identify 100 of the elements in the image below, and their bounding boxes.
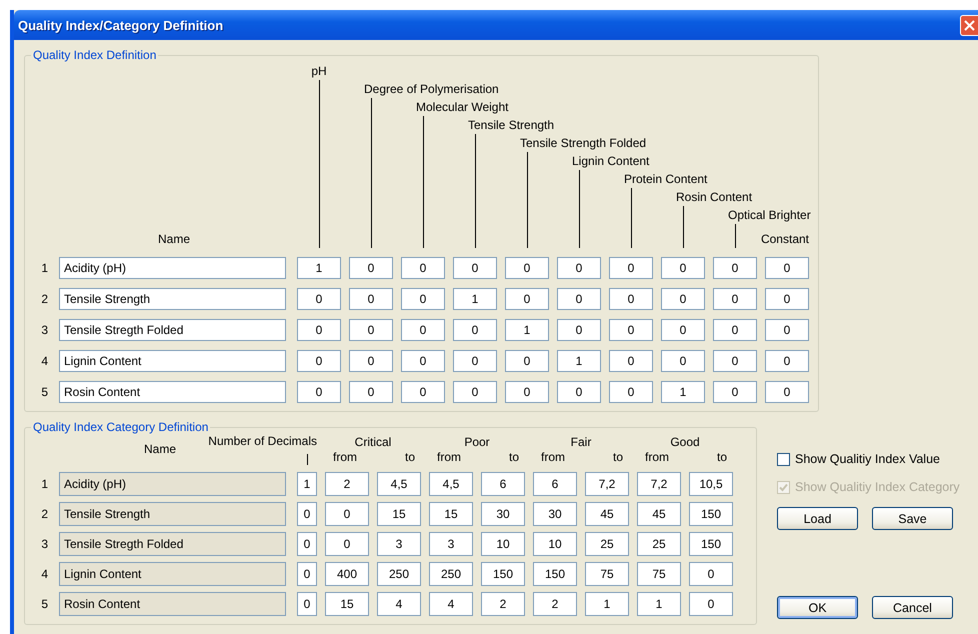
value-field[interactable]: 0 <box>349 350 393 372</box>
value-field[interactable]: 0 <box>609 257 653 279</box>
value-field[interactable]: 0 <box>505 257 549 279</box>
value-field[interactable]: 0 <box>609 288 653 310</box>
value-field[interactable]: 75 <box>637 562 681 586</box>
name-field[interactable]: Tensile Strength <box>59 288 286 310</box>
value-field[interactable]: 0 <box>765 257 809 279</box>
value-field[interactable]: 45 <box>637 502 681 526</box>
value-field[interactable]: 0 <box>505 381 549 403</box>
ok-button[interactable]: OK <box>777 596 858 619</box>
value-field[interactable]: 6 <box>481 472 525 496</box>
load-button[interactable]: Load <box>777 507 858 530</box>
value-field[interactable]: 0 <box>609 350 653 372</box>
value-field[interactable]: 400 <box>325 562 369 586</box>
value-field[interactable]: 7,2 <box>585 472 629 496</box>
value-field[interactable]: 1 <box>637 592 681 616</box>
close-button[interactable] <box>960 14 978 36</box>
value-field[interactable]: 1 <box>297 257 341 279</box>
value-field[interactable]: 1 <box>453 288 497 310</box>
decimals-field[interactable]: 0 <box>297 532 317 556</box>
value-field[interactable]: 0 <box>661 288 705 310</box>
value-field[interactable]: 3 <box>429 532 473 556</box>
value-field[interactable]: 0 <box>713 319 757 341</box>
value-field[interactable]: 15 <box>325 592 369 616</box>
value-field[interactable]: 250 <box>429 562 473 586</box>
value-field[interactable]: 0 <box>713 257 757 279</box>
value-field[interactable]: 0 <box>765 350 809 372</box>
value-field[interactable]: 0 <box>325 532 369 556</box>
value-field[interactable]: 1 <box>505 319 549 341</box>
value-field[interactable]: 0 <box>401 319 445 341</box>
value-field[interactable]: 45 <box>585 502 629 526</box>
value-field[interactable]: 2 <box>533 592 577 616</box>
value-field[interactable]: 0 <box>325 502 369 526</box>
name-field[interactable]: Tensile Stregth Folded <box>59 532 286 556</box>
value-field[interactable]: 0 <box>297 350 341 372</box>
name-field[interactable]: Tensile Stregth Folded <box>59 319 286 341</box>
value-field[interactable]: 0 <box>297 381 341 403</box>
value-field[interactable]: 0 <box>765 288 809 310</box>
value-field[interactable]: 0 <box>297 288 341 310</box>
value-field[interactable]: 0 <box>349 319 393 341</box>
value-field[interactable]: 10,5 <box>689 472 733 496</box>
value-field[interactable]: 75 <box>585 562 629 586</box>
value-field[interactable]: 0 <box>453 319 497 341</box>
decimals-field[interactable]: 0 <box>297 502 317 526</box>
value-field[interactable]: 0 <box>401 257 445 279</box>
name-field[interactable]: Acidity (pH) <box>59 472 286 496</box>
value-field[interactable]: 30 <box>481 502 525 526</box>
value-field[interactable]: 4 <box>377 592 421 616</box>
value-field[interactable]: 0 <box>713 350 757 372</box>
value-field[interactable]: 0 <box>505 288 549 310</box>
save-button[interactable]: Save <box>872 507 953 530</box>
value-field[interactable]: 0 <box>609 319 653 341</box>
name-field[interactable]: Rosin Content <box>59 592 286 616</box>
value-field[interactable]: 6 <box>533 472 577 496</box>
value-field[interactable]: 0 <box>609 381 653 403</box>
value-field[interactable]: 4,5 <box>377 472 421 496</box>
value-field[interactable]: 0 <box>765 381 809 403</box>
value-field[interactable]: 15 <box>377 502 421 526</box>
name-field[interactable]: Rosin Content <box>59 381 286 403</box>
value-field[interactable]: 0 <box>689 562 733 586</box>
value-field[interactable]: 0 <box>349 257 393 279</box>
value-field[interactable]: 30 <box>533 502 577 526</box>
name-field[interactable]: Acidity (pH) <box>59 257 286 279</box>
value-field[interactable]: 2 <box>481 592 525 616</box>
cancel-button[interactable]: Cancel <box>872 596 953 619</box>
value-field[interactable]: 3 <box>377 532 421 556</box>
value-field[interactable]: 4,5 <box>429 472 473 496</box>
value-field[interactable]: 0 <box>661 319 705 341</box>
value-field[interactable]: 0 <box>713 381 757 403</box>
value-field[interactable]: 0 <box>401 381 445 403</box>
value-field[interactable]: 150 <box>481 562 525 586</box>
checkbox[interactable] <box>777 452 790 466</box>
value-field[interactable]: 0 <box>661 350 705 372</box>
value-field[interactable]: 1 <box>557 350 601 372</box>
value-field[interactable]: 25 <box>637 532 681 556</box>
value-field[interactable]: 0 <box>689 592 733 616</box>
value-field[interactable]: 2 <box>325 472 369 496</box>
checkbox-option[interactable]: Show Qualitiy Index Value <box>777 445 960 473</box>
value-field[interactable]: 10 <box>481 532 525 556</box>
value-field[interactable]: 0 <box>349 288 393 310</box>
value-field[interactable]: 150 <box>689 502 733 526</box>
value-field[interactable]: 150 <box>533 562 577 586</box>
value-field[interactable]: 0 <box>453 257 497 279</box>
value-field[interactable]: 0 <box>713 288 757 310</box>
value-field[interactable]: 25 <box>585 532 629 556</box>
decimals-field[interactable]: 0 <box>297 592 317 616</box>
name-field[interactable]: Lignin Content <box>59 562 286 586</box>
value-field[interactable]: 0 <box>505 350 549 372</box>
value-field[interactable]: 250 <box>377 562 421 586</box>
decimals-field[interactable]: 0 <box>297 562 317 586</box>
value-field[interactable]: 4 <box>429 592 473 616</box>
value-field[interactable]: 1 <box>585 592 629 616</box>
value-field[interactable]: 0 <box>557 257 601 279</box>
name-field[interactable]: Tensile Strength <box>59 502 286 526</box>
value-field[interactable]: 150 <box>689 532 733 556</box>
value-field[interactable]: 0 <box>401 288 445 310</box>
value-field[interactable]: 0 <box>453 381 497 403</box>
name-field[interactable]: Lignin Content <box>59 350 286 372</box>
value-field[interactable]: 0 <box>557 381 601 403</box>
decimals-field[interactable]: 1 <box>297 472 317 496</box>
